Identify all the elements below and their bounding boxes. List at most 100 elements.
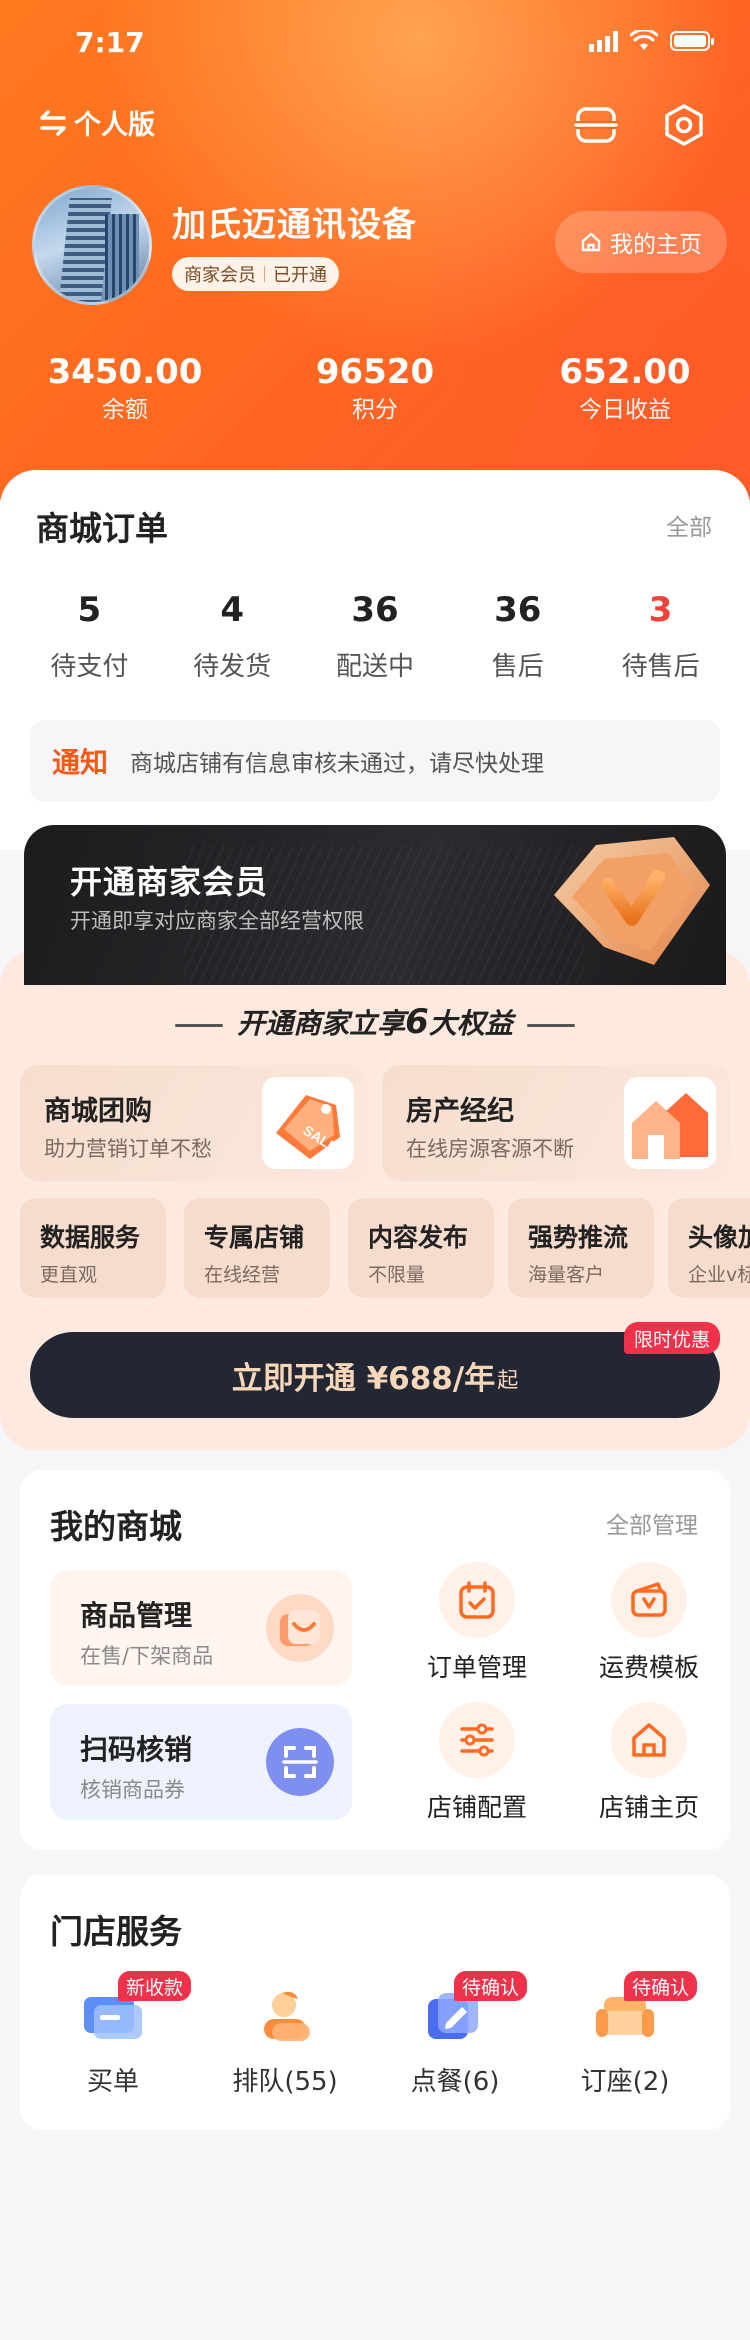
service-tag: 待确认 [624,1971,698,2001]
queue-person-icon [264,1991,310,2041]
service-label: 订座(2) [580,2067,670,2097]
order-pending-payment[interactable]: 5 待支付 [29,588,149,683]
service-ordering[interactable]: 待确认 点餐(6) [380,1971,530,2098]
status-icons [589,30,714,52]
benefit-mini-row: 数据服务 更直观 专属店铺 在线经营 内容发布 不限量 强势推流 海量客户 头像… [0,950,750,1350]
member-level: 商家会员 [184,265,256,286]
vip-banner[interactable]: 开通商家会员 开通即享对应商家全部经营权限 [24,825,726,985]
home-icon [611,1702,687,1778]
my-homepage-button[interactable]: 我的主页 [555,211,727,273]
signal-icon [589,30,618,52]
order-pending-after-sales[interactable]: 3 待售后 [601,588,721,683]
benefit-data-service[interactable]: 数据服务 更直观 [20,1198,166,1298]
benefit-exclusive-store[interactable]: 专属店铺 在线经营 [184,1198,330,1298]
service-label: 买单 [86,2067,139,2097]
benefit-title: 强势推流 [528,1223,629,1252]
order-label: 待售后 [621,652,700,682]
avatar[interactable] [32,185,152,305]
order-pending-shipment[interactable]: 4 待发货 [172,588,292,683]
grid-label: 店铺配置 [426,1793,527,1822]
switch-mode-button[interactable]: 个人版 [38,103,155,142]
my-mall-card: 我的商城 全部管理 商品管理 在售/下架商品 扫码核销 核销商品券 订单管理 运… [20,1470,730,1850]
order-count: 5 [77,590,102,630]
benefit-title: 专属店铺 [204,1223,305,1252]
mall-orders-card: 商城订单 全部 5 待支付 4 待发货 36 配送中 36 售后 3 待售后 通… [0,470,750,850]
service-reservation[interactable]: 待确认 订座(2) [550,1971,700,2098]
benefit-title: 头像加 [688,1223,750,1252]
stat-label: 余额 [102,397,148,423]
benefit-desc: 不限量 [368,1264,426,1286]
shipping-template[interactable]: 运费模板 [584,1562,714,1684]
status-bar: 7:17 [0,0,750,88]
product-bag-icon [266,1594,334,1662]
order-count: 36 [494,590,542,630]
mall-title: 我的商城 [50,1507,182,1546]
order-label: 售后 [491,652,544,682]
stat-value: 96520 [315,352,435,392]
vip-title: 开通商家会员 [70,863,269,901]
order-count: 3 [648,590,673,630]
notice-bar[interactable]: 通知 商城店铺有信息审核未通过，请尽快处理 [30,720,720,802]
vip-subtitle: 开通即享对应商家全部经营权限 [70,909,364,933]
stat-balance[interactable]: 3450.00 余额 [0,352,250,442]
stat-value: 652.00 [559,352,691,392]
calendar-check-icon [439,1562,515,1638]
header-banner: 7:17 个人版 加氏迈通讯设备 商家会员 已开通 我的主页 3450.00 余… [0,0,750,500]
service-label: 排队(55) [232,2067,338,2097]
benefit-title: 内容发布 [368,1223,469,1252]
mall-manage-all-link[interactable]: 全部管理 [606,1506,698,1540]
product-management-card[interactable]: 商品管理 在售/下架商品 [50,1570,352,1686]
order-count: 4 [220,590,245,630]
grid-label: 运费模板 [598,1653,699,1682]
grid-label: 店铺主页 [598,1793,699,1822]
benefit-content-publish[interactable]: 内容发布 不限量 [348,1198,494,1298]
orders-all-link[interactable]: 全部 [666,508,712,542]
order-status-row: 5 待支付 4 待发货 36 配送中 36 售后 3 待售后 [0,588,750,683]
stats-row: 3450.00 余额 96520 积分 652.00 今日收益 [0,352,750,442]
benefit-desc: 更直观 [40,1264,98,1286]
scan-icon[interactable] [574,103,618,147]
stat-points[interactable]: 96520 积分 [250,352,500,442]
benefit-title: 数据服务 [40,1223,141,1252]
order-delivering[interactable]: 36 配送中 [315,588,435,683]
cta-suffix: 起 [497,1368,519,1392]
grid-label: 订单管理 [426,1653,527,1682]
settings-icon[interactable] [662,103,706,147]
stat-label: 积分 [352,397,398,423]
stat-label: 今日收益 [579,397,671,423]
order-after-sales[interactable]: 36 售后 [458,588,578,683]
benefit-desc: 在线经营 [204,1264,281,1286]
service-checkout[interactable]: 新收款 买单 [38,1971,192,2098]
wifi-icon [630,30,658,50]
store-services-card: 门店服务 新收款 买单 排队(55) 待确认 点餐(6) 待确认 订座(2) [20,1875,730,2130]
service-tag: 待确认 [454,1971,528,2001]
cta-text: 立即开通 ¥688/年 [231,1360,496,1397]
benefit-desc: 企业v标 [688,1264,750,1286]
shop-name: 加氏迈通讯设备 [172,205,417,245]
open-membership-button[interactable]: 立即开通 ¥688/年起 [30,1332,720,1418]
limited-offer-badge: 限时优惠 [624,1322,721,1354]
stat-today-income[interactable]: 652.00 今日收益 [500,352,750,442]
status-time: 7:17 [75,26,145,59]
benefit-traffic-boost[interactable]: 强势推流 海量客户 [508,1198,654,1298]
order-management[interactable]: 订单管理 [412,1562,542,1684]
order-label: 配送中 [335,652,414,682]
scan-verify-card[interactable]: 扫码核销 核销商品券 [50,1704,352,1820]
store-homepage[interactable]: 店铺主页 [584,1702,714,1824]
card-title: 扫码核销 [80,1733,193,1766]
vip-v-icon [554,837,710,965]
mode-label: 个人版 [74,110,155,141]
notice-text: 商城店铺有信息审核未通过，请尽快处理 [130,751,545,777]
service-queue[interactable]: 排队(55) [210,1985,360,2098]
benefits-panel: 开通商家立享6大权益 商城团购 助力营销订单不愁 SALE 房产经纪 在线房源客… [0,950,750,1450]
order-label: 待发货 [193,652,272,682]
switch-icon [40,109,66,136]
store-configuration[interactable]: 店铺配置 [412,1702,542,1824]
card-desc: 核销商品券 [80,1778,185,1802]
store-title: 门店服务 [50,1912,182,1951]
card-title: 商品管理 [80,1599,193,1632]
notice-tag: 通知 [52,746,109,779]
benefit-avatar-badge[interactable]: 头像加 企业v标 [668,1198,750,1298]
order-label: 待支付 [50,652,129,682]
member-badge: 商家会员 已开通 [172,257,339,291]
